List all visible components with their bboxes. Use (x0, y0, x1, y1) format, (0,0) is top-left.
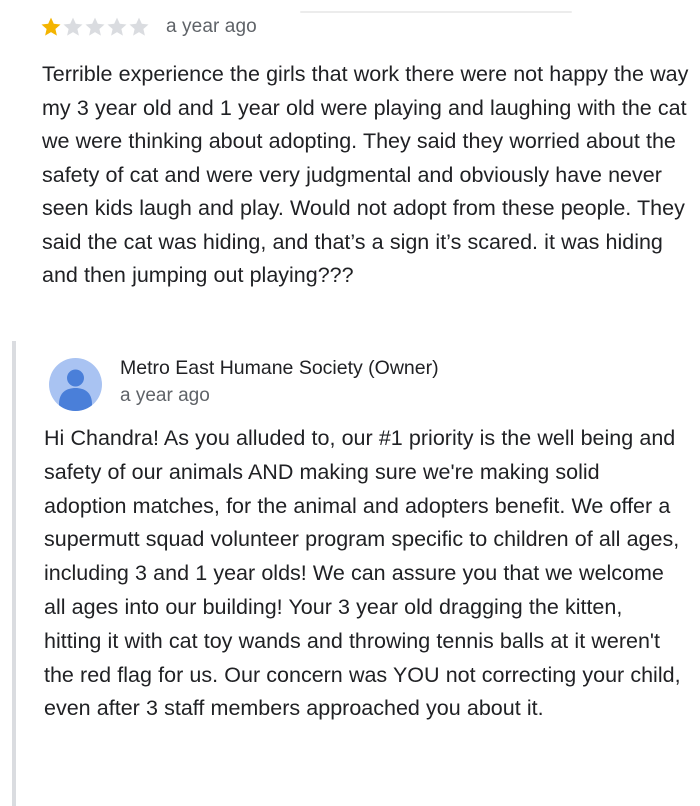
star-empty-icon (62, 16, 84, 38)
reply-timestamp: a year ago (120, 385, 210, 406)
reply-text: Hi Chandra! As you alluded to, our #1 pr… (44, 426, 681, 721)
person-avatar-icon (49, 358, 102, 411)
star-empty-icon (106, 16, 128, 38)
review-card: a year ago Terrible experience the girls… (0, 0, 700, 806)
review-timestamp: a year ago (166, 16, 257, 37)
rating-row: a year ago (40, 14, 257, 40)
review-text: Terrible experience the girls that work … (42, 62, 689, 287)
star-rating (40, 16, 150, 38)
divider (300, 11, 572, 13)
owner-reply: Metro East Humane Society (Owner) a year… (12, 341, 700, 806)
owner-name[interactable]: Metro East Humane Society (Owner) (120, 357, 439, 380)
star-filled-icon (40, 16, 62, 38)
star-empty-icon (84, 16, 106, 38)
star-empty-icon (128, 16, 150, 38)
